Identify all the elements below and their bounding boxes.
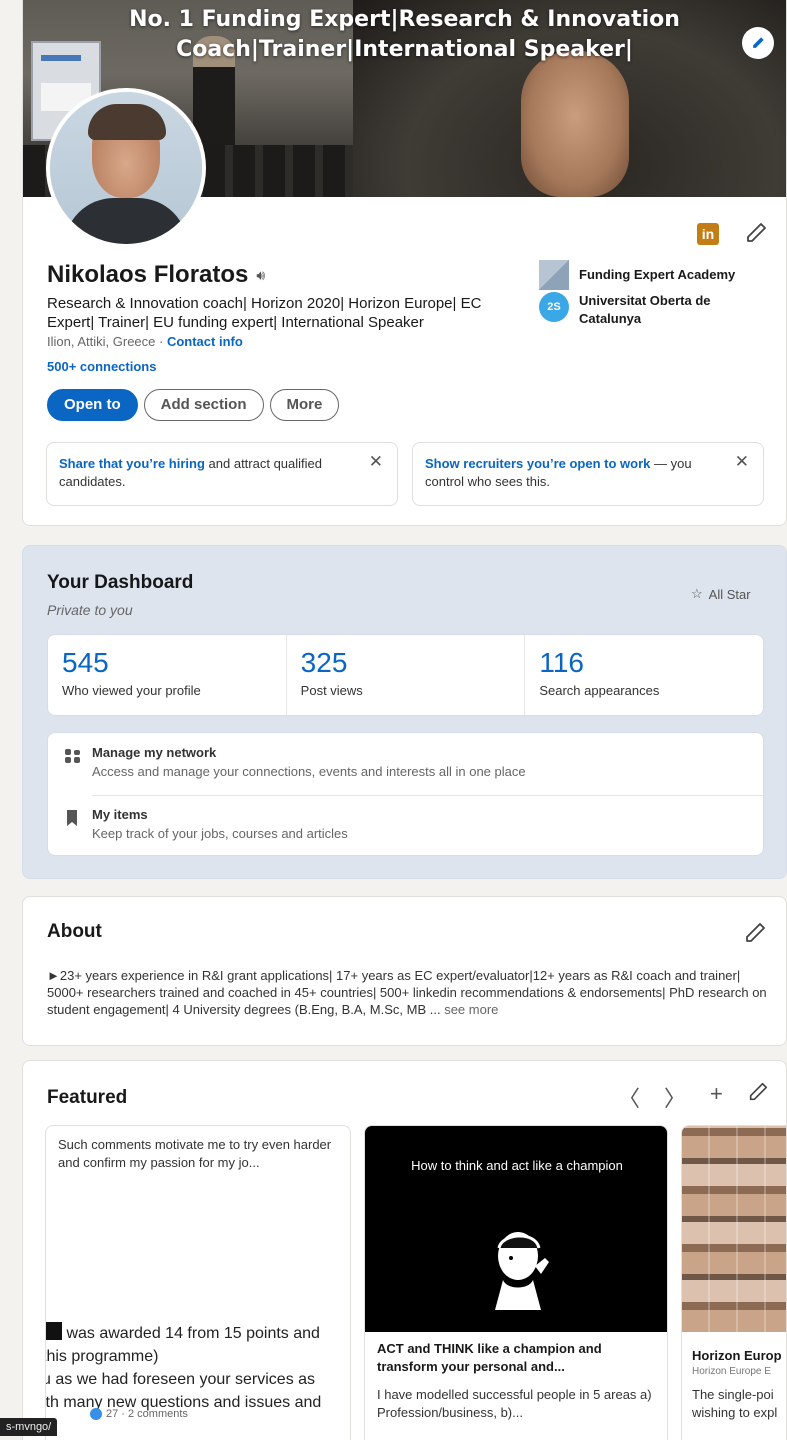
company-logo: [539, 260, 569, 290]
featured-controls: 〈 〉 +: [618, 1081, 769, 1113]
about-body: ►23+ years experience in R&I grant appli…: [47, 968, 767, 1017]
desc-line: The single-poi: [692, 1387, 774, 1402]
profile-headline: Research & Innovation coach| Horizon 202…: [47, 295, 482, 331]
status-url-tooltip: s-mvngo/: [0, 1418, 58, 1436]
snippet-line: was awarded 14 from 15 points and: [66, 1325, 320, 1342]
stat-value: 325: [300, 647, 348, 678]
pencil-icon: [753, 37, 764, 48]
profile-card: No. 1 Funding Expert|Research & Innovati…: [22, 0, 787, 526]
item-subtitle: Horizon Europe E: [692, 1366, 771, 1377]
edit-banner-button[interactable]: [742, 27, 774, 59]
star-icon: ☆: [691, 586, 703, 601]
stat-profile-views[interactable]: 545 Who viewed your profile: [48, 635, 287, 715]
post-image-snippet: was awarded 14 from 15 points and this p…: [45, 1322, 350, 1414]
add-section-button[interactable]: Add section: [143, 389, 264, 421]
stat-label: Search appearances: [539, 683, 660, 698]
faces-mosaic-image: [682, 1126, 786, 1332]
item-desc: The single-poi wishing to expl: [692, 1386, 786, 1422]
profile-photo[interactable]: [46, 88, 206, 248]
stat-value: 116: [539, 647, 584, 678]
about-text: ►23+ years experience in R&I grant appli…: [47, 967, 769, 1018]
location: Ilion, Attiki, Greece: [47, 334, 156, 349]
dashboard-stats: 545 Who viewed your profile 325 Post vie…: [47, 634, 764, 716]
name-row: Nikolaos Floratos 🔊︎: [47, 261, 265, 289]
university-logo: 2S: [539, 292, 569, 322]
people-icon: [65, 749, 80, 763]
snippet-line: this programme): [45, 1348, 159, 1365]
dashboard-links: Manage my network Access and manage your…: [47, 732, 764, 856]
item-title: My items: [92, 807, 148, 822]
connections-link[interactable]: 500+ connections: [47, 359, 156, 374]
featured-item-post[interactable]: Such comments motivate me to try even ha…: [45, 1125, 351, 1440]
all-star-label: All Star: [708, 586, 751, 602]
open-to-button[interactable]: Open to: [47, 389, 138, 421]
like-reaction-icon: [90, 1408, 102, 1420]
pencil-icon: [747, 223, 766, 242]
dashboard-title: Your Dashboard: [47, 572, 194, 593]
edit-intro-button[interactable]: [744, 221, 768, 250]
reaction-count: 27 · 2 comments: [106, 1408, 188, 1420]
post-social-counts[interactable]: 27 · 2 comments: [90, 1408, 188, 1420]
article-desc: I have modelled successful people in 5 a…: [377, 1387, 652, 1420]
profile-name: Nikolaos Floratos: [47, 261, 249, 288]
show-recruiters-link[interactable]: Show recruiters you’re open to work: [425, 456, 650, 471]
hiring-notice: Share that you’re hiring and attract qua…: [46, 442, 398, 506]
snippet-line: u as we had foreseen your services as: [45, 1371, 316, 1388]
add-icon[interactable]: +: [710, 1081, 723, 1113]
location-separator: ·: [155, 334, 167, 349]
chevron-right-icon[interactable]: 〉: [664, 1081, 686, 1113]
about-card: About ►23+ years experience in R&I grant…: [22, 896, 787, 1046]
statue-bust-icon: [495, 1232, 549, 1310]
item-desc: Keep track of your jobs, courses and art…: [92, 826, 348, 841]
article-title: ACT and THINK like a champion and transf…: [377, 1341, 602, 1374]
location-line: Ilion, Attiki, Greece · Contact info: [47, 334, 243, 349]
post-text: Such comments motivate me to try even ha…: [58, 1137, 332, 1170]
stat-post-views[interactable]: 325 Post views: [287, 635, 526, 715]
speaker-face: [521, 51, 629, 197]
profile-actions: Open to Add section More: [47, 389, 340, 421]
close-icon[interactable]: ✕: [735, 453, 749, 471]
my-items-item[interactable]: My items Keep track of your jobs, course…: [48, 795, 763, 857]
stat-search-appearances[interactable]: 116 Search appearances: [525, 635, 763, 715]
dashboard-card: Your Dashboard Private to you ☆ All Star…: [22, 545, 787, 879]
open-to-work-notice: Show recruiters you’re open to work — yo…: [412, 442, 764, 506]
org-funding-expert-academy[interactable]: Funding Expert Academy: [539, 260, 735, 290]
linkedin-icon[interactable]: in: [697, 223, 719, 245]
more-button[interactable]: More: [269, 389, 340, 421]
pencil-icon: [746, 923, 765, 942]
all-star-badge[interactable]: ☆ All Star: [691, 586, 751, 602]
edit-about-button[interactable]: [743, 921, 767, 950]
featured-card: Featured 〈 〉 + Such comments motivate me…: [22, 1060, 787, 1440]
banner-title: No. 1 Funding Expert|Research & Innovati…: [129, 7, 680, 62]
close-icon[interactable]: ✕: [369, 453, 383, 471]
share-hiring-link[interactable]: Share that you’re hiring: [59, 456, 205, 471]
image-caption: How to think and act like a champion: [411, 1158, 623, 1173]
bookmark-icon: [67, 810, 77, 826]
article-image: How to think and act like a champion: [365, 1126, 667, 1332]
stat-value: 545: [62, 647, 109, 678]
item-title: Horizon Europ: [692, 1348, 782, 1363]
org-name: Funding Expert Academy: [579, 267, 736, 282]
manage-network-item[interactable]: Manage my network Access and manage your…: [48, 733, 763, 795]
desc-line: wishing to expl: [692, 1405, 778, 1420]
about-title: About: [47, 921, 102, 942]
stat-label: Who viewed your profile: [62, 683, 201, 698]
pronunciation-speaker-icon[interactable]: 🔊︎: [256, 267, 265, 284]
item-desc: Access and manage your connections, even…: [92, 764, 526, 779]
see-more-link[interactable]: see more: [444, 1002, 498, 1017]
org-name: Universitat Oberta de Catalunya: [579, 293, 711, 326]
chevron-left-icon[interactable]: 〈: [618, 1081, 640, 1113]
dashboard-subtitle: Private to you: [47, 602, 133, 618]
item-title: Manage my network: [92, 745, 217, 760]
featured-item-horizon[interactable]: Horizon Europ Horizon Europe E The singl…: [681, 1125, 786, 1440]
featured-item-article[interactable]: How to think and act like a champion ACT…: [364, 1125, 668, 1440]
stat-label: Post views: [300, 683, 363, 698]
pencil-icon[interactable]: [747, 1081, 769, 1103]
org-uoc[interactable]: 2S Universitat Oberta de Catalunya: [539, 292, 749, 328]
contact-info-link[interactable]: Contact info: [167, 334, 243, 349]
featured-title: Featured: [47, 1087, 128, 1108]
